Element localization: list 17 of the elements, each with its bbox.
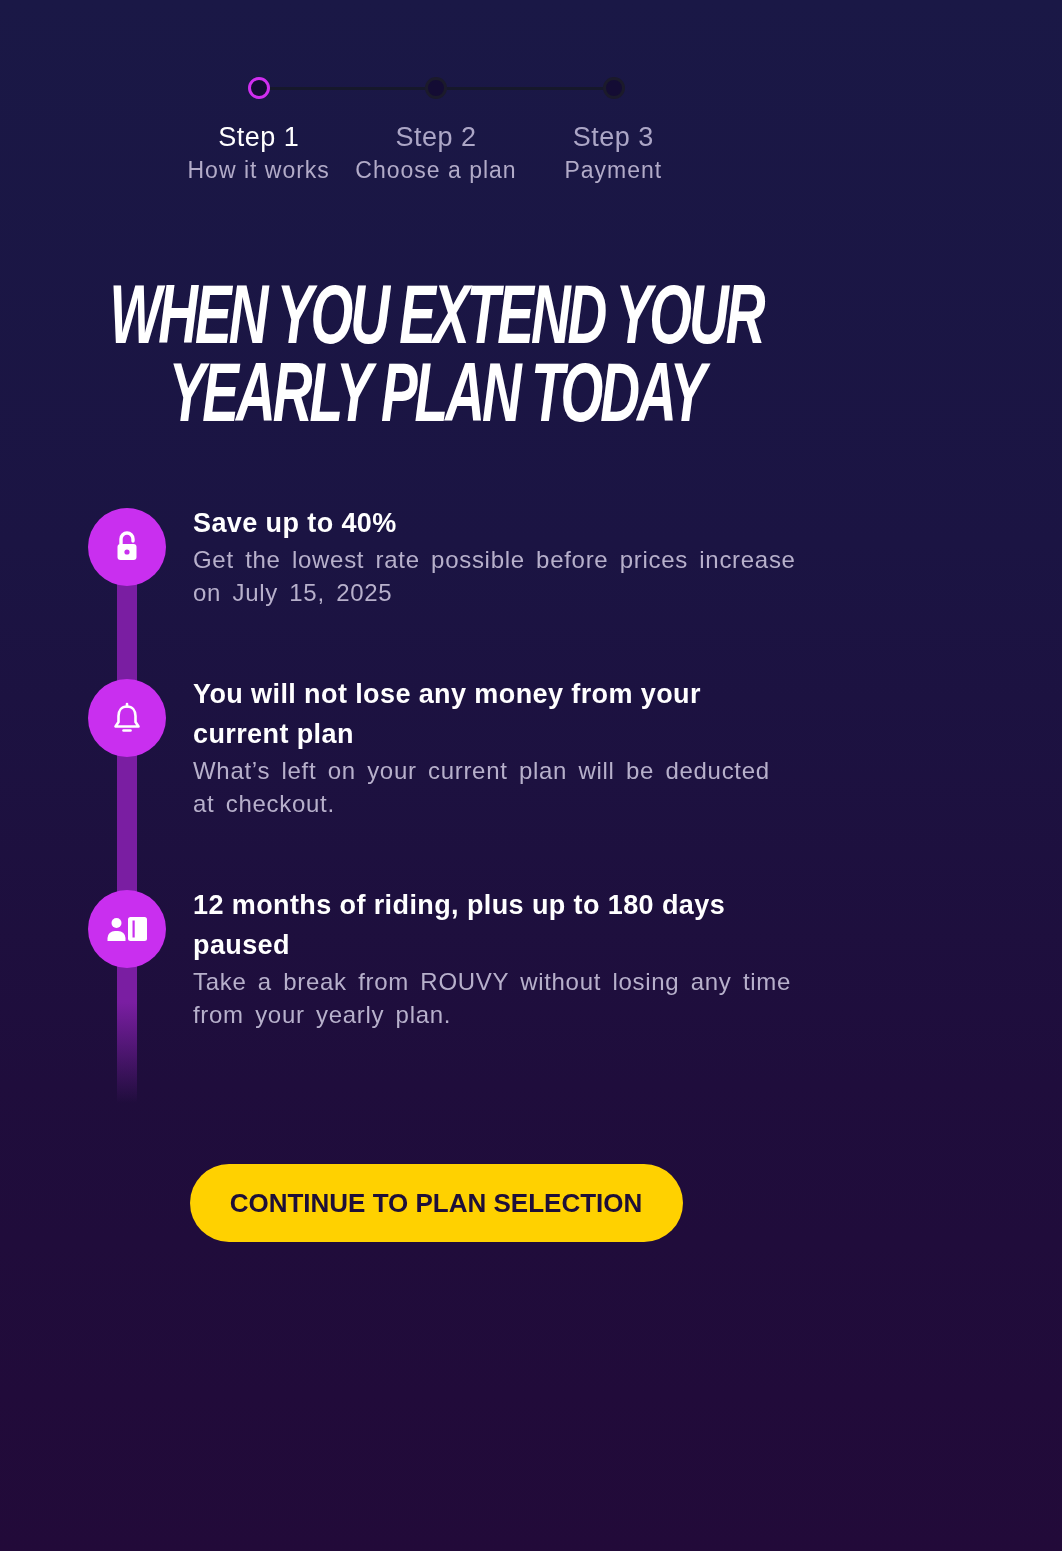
benefit-description: Get the lowest rate possible before prices increase on July 15, 2025 xyxy=(193,545,797,608)
step-title: Step 2 xyxy=(395,121,477,153)
step-subtitle: Payment xyxy=(564,156,663,185)
step-subtitle: Choose a plan xyxy=(355,156,517,185)
step-subtitle: How it works xyxy=(187,156,330,185)
page-heading: WHEN YOU EXTEND YOUR YEARLY PLAN TODAY xyxy=(108,275,765,431)
continue-button[interactable]: CONTINUE TO PLAN SELECTION xyxy=(189,1164,683,1242)
benefit-title: You will not lose any money from your current plan xyxy=(193,678,702,751)
benefit-description: Take a break from ROUVY without losing any time from your yearly plan. xyxy=(193,967,793,1030)
benefit-description: What’s left on your current plan will be deducted at checkout. xyxy=(193,756,771,819)
unlocked-padlock-icon xyxy=(88,508,166,586)
step-title: Step 3 xyxy=(572,121,654,153)
benefit-title: 12 months of riding, plus up to 180 days paused xyxy=(193,889,727,962)
bell-icon xyxy=(88,679,166,757)
benefit-title: Save up to 40% xyxy=(193,507,398,540)
step-title: Step 1 xyxy=(218,121,300,153)
person-card-icon xyxy=(88,890,166,968)
